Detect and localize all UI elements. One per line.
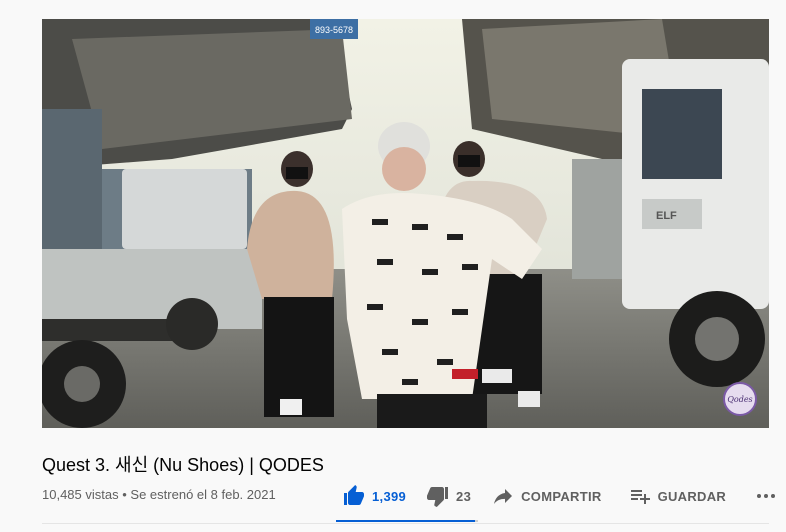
truck-badge: ELF: [656, 210, 677, 222]
video-player[interactable]: 893-5678 ELF Qodes: [42, 19, 769, 428]
video-info: 10,485 vistas • Se estrenó el 8 feb. 202…: [42, 487, 276, 502]
premiere-date: Se estrenó el 8 feb. 2021: [130, 487, 276, 502]
share-arrow-icon: [494, 489, 513, 504]
info-separator: •: [122, 487, 127, 502]
share-button[interactable]: COMPARTIR: [491, 484, 601, 508]
share-label: COMPARTIR: [521, 488, 602, 504]
view-count: 10,485 vistas: [42, 487, 119, 502]
thumb-down-icon: [427, 487, 449, 507]
save-button[interactable]: GUARDAR: [628, 484, 727, 508]
like-button[interactable]: 1,399: [342, 484, 406, 508]
more-actions-button[interactable]: [754, 484, 778, 508]
section-divider: [42, 523, 769, 524]
dislike-count: 23: [456, 488, 472, 504]
playlist-add-icon: [630, 490, 650, 504]
more-horizontal-icon: [757, 494, 776, 498]
video-title: Quest 3. 새신 (Nu Shoes) | QODES: [42, 455, 324, 475]
video-actions: 1,399 23 COMPARTIR GUARDAR: [336, 483, 778, 509]
channel-watermark[interactable]: Qodes: [723, 382, 757, 416]
thumb-up-icon: [344, 485, 364, 505]
like-ratio-bar: [336, 520, 478, 522]
save-label: GUARDAR: [657, 488, 727, 504]
video-frame: 893-5678 ELF: [42, 19, 769, 428]
channel-watermark-text: Qodes: [727, 394, 753, 404]
like-count: 1,399: [372, 488, 407, 504]
like-ratio-fill: [336, 520, 476, 522]
street-sign-text: 893-5678: [315, 25, 353, 35]
dislike-button[interactable]: 23: [426, 484, 471, 508]
